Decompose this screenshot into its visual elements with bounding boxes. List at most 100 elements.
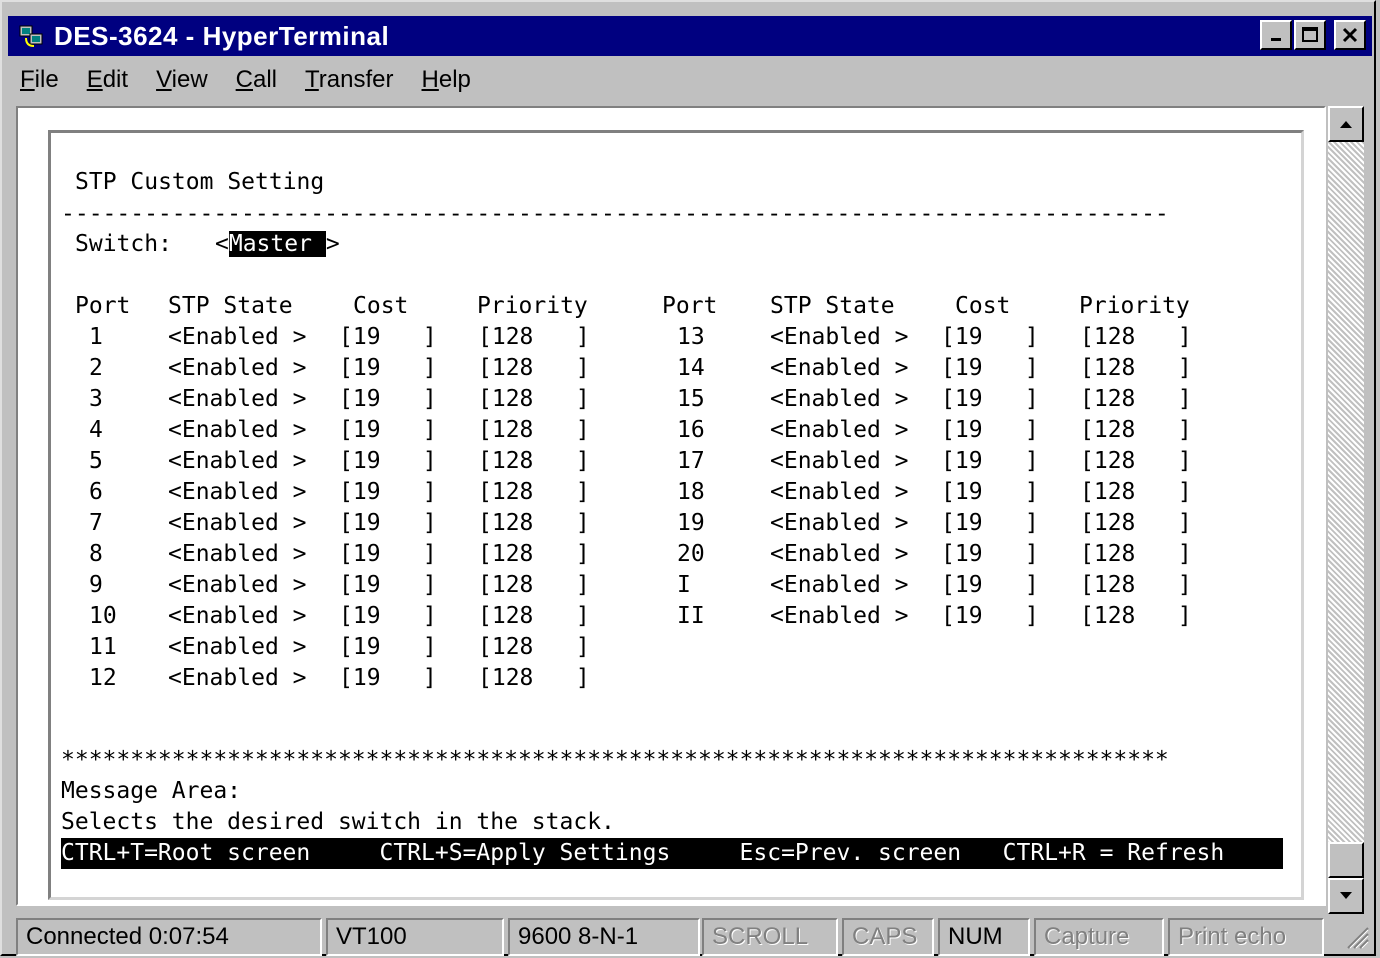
- scroll-thumb[interactable]: [1328, 842, 1364, 878]
- stp-state-field[interactable]: <Enabled >: [770, 384, 909, 415]
- stp-state-value: Enabled: [181, 479, 279, 505]
- cost-field[interactable]: [19]: [941, 384, 1039, 415]
- field-value: 128: [491, 510, 534, 536]
- cost-field[interactable]: [19]: [941, 477, 1039, 508]
- terminal-screen[interactable]: STP Custom Setting ---------------------…: [48, 130, 1304, 900]
- maximize-icon: [1302, 27, 1318, 42]
- stp-state-field[interactable]: <Enabled >: [770, 446, 909, 477]
- switch-value[interactable]: Master: [228, 231, 312, 257]
- priority-field[interactable]: [128]: [1080, 415, 1192, 446]
- cost-field[interactable]: [19]: [941, 570, 1039, 601]
- menu-call[interactable]: Call: [232, 66, 281, 94]
- switch-label: Switch:: [75, 231, 172, 257]
- terminal-area[interactable]: STP Custom Setting ---------------------…: [16, 106, 1326, 906]
- field-value: 19: [352, 572, 381, 598]
- stp-state-field[interactable]: <Enabled >: [168, 415, 307, 446]
- priority-field[interactable]: [128]: [478, 353, 590, 384]
- priority-field[interactable]: [128]: [1080, 539, 1192, 570]
- stp-state-field[interactable]: <Enabled >: [168, 508, 307, 539]
- priority-field[interactable]: [128]: [1080, 601, 1192, 632]
- cost-field[interactable]: [19]: [339, 539, 437, 570]
- cost-field[interactable]: [19]: [339, 322, 437, 353]
- stp-state-field[interactable]: <Enabled >: [770, 477, 909, 508]
- cost-field[interactable]: [19]: [941, 353, 1039, 384]
- vertical-scrollbar[interactable]: [1328, 106, 1364, 914]
- message-area-label: Message Area:: [61, 778, 242, 804]
- priority-field[interactable]: [128]: [478, 508, 590, 539]
- switch-selector[interactable]: <Master >: [215, 229, 340, 260]
- stp-state-field[interactable]: <Enabled >: [168, 477, 307, 508]
- stp-state-field[interactable]: <Enabled >: [168, 353, 307, 384]
- priority-field[interactable]: [128]: [478, 632, 590, 663]
- priority-field[interactable]: [128]: [478, 570, 590, 601]
- stp-state-field[interactable]: <Enabled >: [770, 322, 909, 353]
- scroll-up-button[interactable]: [1328, 106, 1364, 142]
- menu-transfer[interactable]: Transfer: [301, 66, 397, 94]
- col-state-right: STP State: [770, 293, 895, 319]
- priority-field[interactable]: [128]: [478, 663, 590, 694]
- stp-state-field[interactable]: <Enabled >: [168, 384, 307, 415]
- cost-field[interactable]: [19]: [339, 477, 437, 508]
- cost-field[interactable]: [19]: [339, 601, 437, 632]
- stp-state-value: Enabled: [181, 541, 279, 567]
- priority-field[interactable]: [128]: [1080, 477, 1192, 508]
- cost-field[interactable]: [19]: [339, 353, 437, 384]
- priority-field[interactable]: [128]: [478, 477, 590, 508]
- field-value: 19: [352, 510, 381, 536]
- stp-state-field[interactable]: <Enabled >: [168, 632, 307, 663]
- priority-field[interactable]: [128]: [478, 384, 590, 415]
- priority-field[interactable]: [128]: [478, 322, 590, 353]
- priority-field[interactable]: [128]: [1080, 353, 1192, 384]
- priority-field[interactable]: [128]: [1080, 570, 1192, 601]
- menu-edit[interactable]: Edit: [83, 66, 132, 94]
- stp-state-field[interactable]: <Enabled >: [770, 539, 909, 570]
- stp-state-field[interactable]: <Enabled >: [770, 570, 909, 601]
- stp-state-field[interactable]: <Enabled >: [770, 508, 909, 539]
- stp-state-field[interactable]: <Enabled >: [168, 539, 307, 570]
- priority-field[interactable]: [128]: [478, 446, 590, 477]
- col-cost-right: Cost: [955, 293, 1011, 319]
- menu-file[interactable]: File: [16, 66, 63, 94]
- priority-field[interactable]: [128]: [1080, 384, 1192, 415]
- cost-field[interactable]: [19]: [339, 570, 437, 601]
- stp-state-field[interactable]: <Enabled >: [770, 415, 909, 446]
- close-button[interactable]: [1334, 20, 1366, 50]
- cost-field[interactable]: [19]: [339, 663, 437, 694]
- stp-state-field[interactable]: <Enabled >: [168, 322, 307, 353]
- maximize-button[interactable]: [1294, 20, 1326, 50]
- priority-field[interactable]: [128]: [1080, 322, 1192, 353]
- stp-state-field[interactable]: <Enabled >: [168, 663, 307, 694]
- stp-state-value: Enabled: [783, 324, 881, 350]
- minimize-button[interactable]: [1260, 20, 1292, 50]
- title-bar[interactable]: DES-3624 - HyperTerminal: [8, 16, 1372, 56]
- cost-field[interactable]: [19]: [339, 446, 437, 477]
- resize-grip-icon[interactable]: [1342, 922, 1370, 950]
- cost-field[interactable]: [19]: [941, 508, 1039, 539]
- cost-field[interactable]: [19]: [941, 446, 1039, 477]
- port-number: 1: [89, 324, 103, 350]
- stp-state-field[interactable]: <Enabled >: [770, 601, 909, 632]
- port-number: 2: [89, 355, 103, 381]
- cost-field[interactable]: [19]: [941, 539, 1039, 570]
- menu-view[interactable]: View: [152, 66, 212, 94]
- cost-field[interactable]: [19]: [339, 384, 437, 415]
- cost-field[interactable]: [19]: [941, 601, 1039, 632]
- field-value: 19: [352, 541, 381, 567]
- menu-help[interactable]: Help: [418, 66, 475, 94]
- cost-field[interactable]: [19]: [941, 415, 1039, 446]
- stp-state-field[interactable]: <Enabled >: [168, 570, 307, 601]
- scroll-down-button[interactable]: [1328, 878, 1364, 914]
- stp-state-field[interactable]: <Enabled >: [770, 353, 909, 384]
- priority-field[interactable]: [128]: [1080, 446, 1192, 477]
- priority-field[interactable]: [128]: [478, 539, 590, 570]
- stp-state-field[interactable]: <Enabled >: [168, 601, 307, 632]
- cost-field[interactable]: [19]: [339, 508, 437, 539]
- cost-field[interactable]: [19]: [941, 322, 1039, 353]
- port-number: 8: [89, 541, 103, 567]
- cost-field[interactable]: [19]: [339, 632, 437, 663]
- priority-field[interactable]: [128]: [478, 415, 590, 446]
- priority-field[interactable]: [128]: [1080, 508, 1192, 539]
- cost-field[interactable]: [19]: [339, 415, 437, 446]
- stp-state-field[interactable]: <Enabled >: [168, 446, 307, 477]
- priority-field[interactable]: [128]: [478, 601, 590, 632]
